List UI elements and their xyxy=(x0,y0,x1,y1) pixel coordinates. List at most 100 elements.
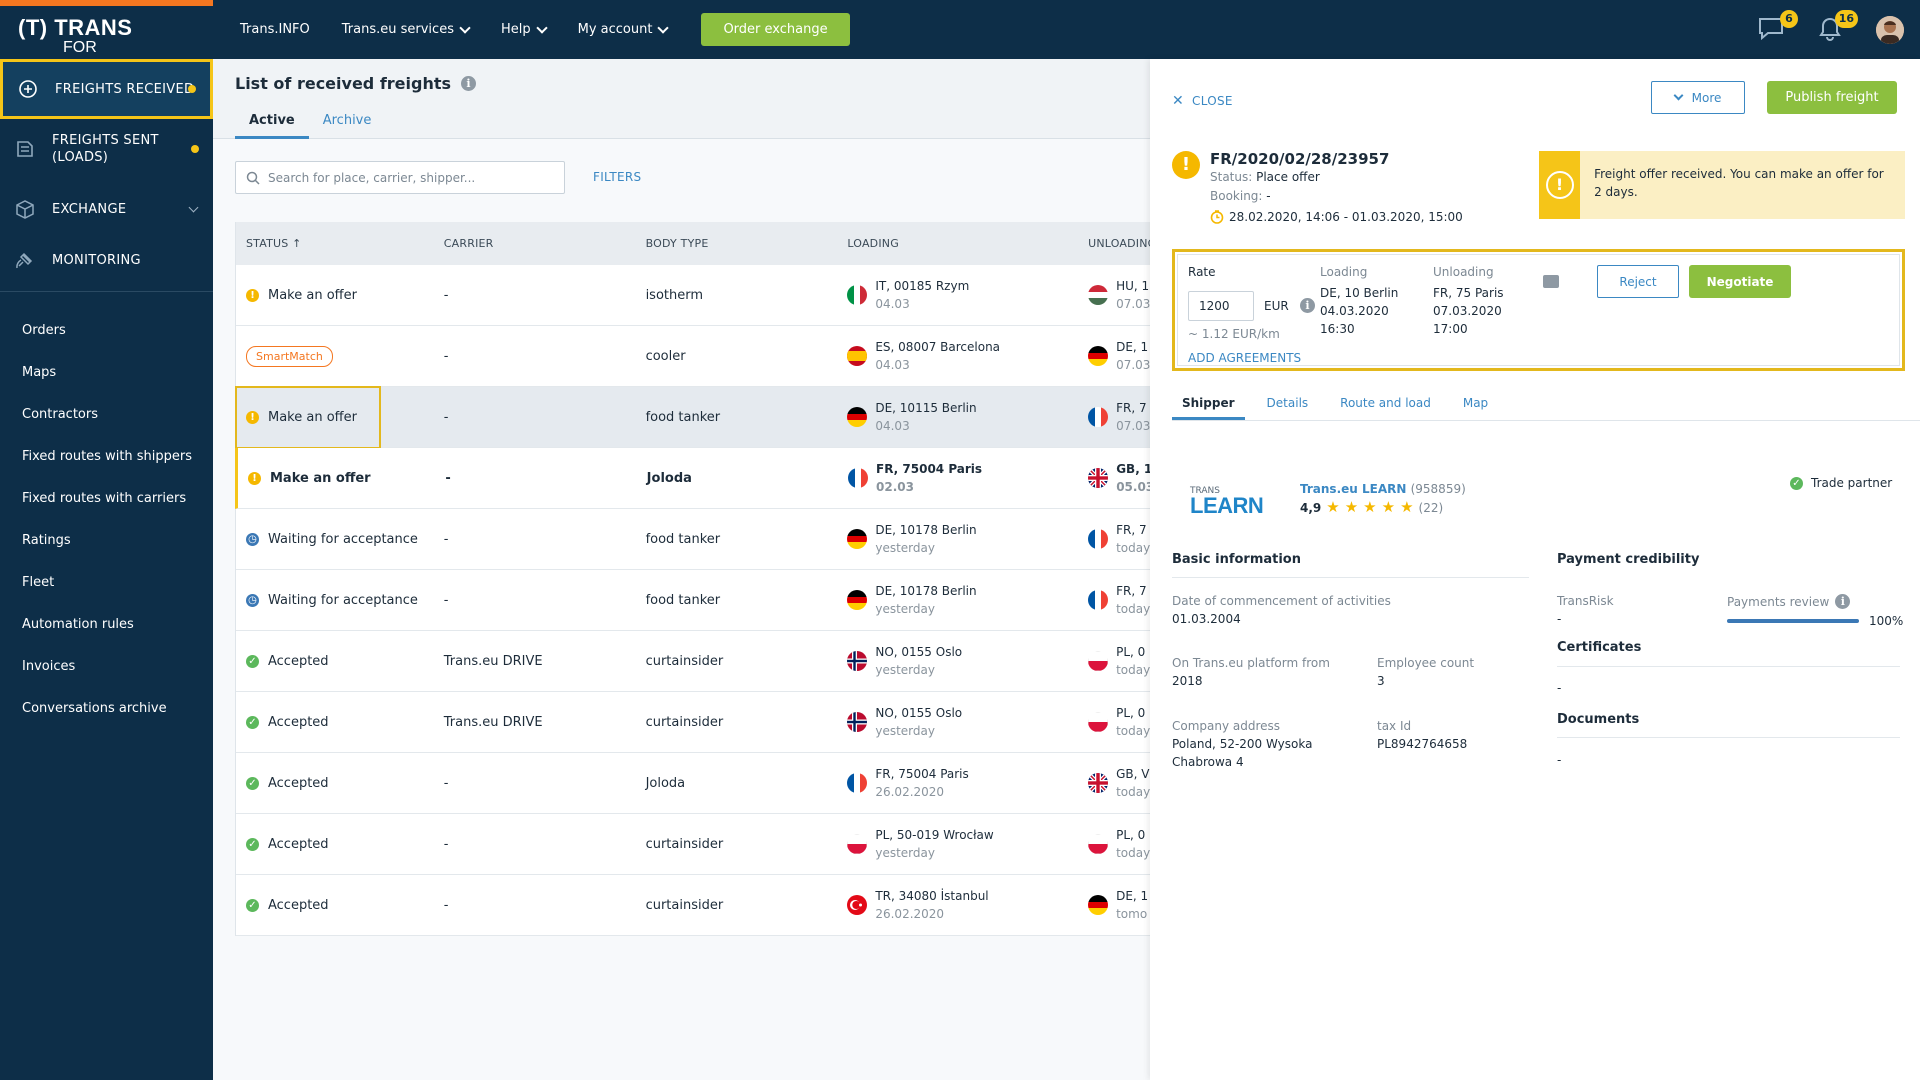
tab-details[interactable]: Details xyxy=(1257,389,1319,420)
address-label: Company address xyxy=(1172,719,1281,733)
sidebar-item-ratings[interactable]: Ratings xyxy=(0,520,213,562)
cell-unloading: PL, 0 today xyxy=(1082,704,1150,740)
transrisk-value: - xyxy=(1557,612,1562,626)
sidebar-item-maps[interactable]: Maps xyxy=(0,352,213,394)
chevron-down-icon xyxy=(1673,90,1684,101)
loading-date: yesterday xyxy=(875,724,935,738)
page-title: List of received freights i xyxy=(235,74,477,93)
table-row[interactable]: ! Make an offer - Joloda FR, 75004 Paris 02.0… xyxy=(235,448,1150,509)
comment-icon[interactable] xyxy=(1543,275,1559,288)
cell-unloading: HU, 1 07.03 xyxy=(1082,277,1150,313)
trans-logo[interactable]: (T) TRANS FOR FORWARDERS xyxy=(18,17,208,75)
cell-carrier: - xyxy=(443,836,449,852)
nav-help[interactable]: Help xyxy=(501,21,548,37)
notification-dot xyxy=(191,145,199,153)
tax-id-value: PL8942764658 xyxy=(1377,737,1468,751)
sidebar-item-fixed-routes-shippers[interactable]: Fixed routes with shippers xyxy=(0,436,213,478)
negotiate-button[interactable]: Negotiate xyxy=(1689,265,1791,298)
info-icon[interactable]: i xyxy=(1300,298,1315,313)
info-icon[interactable]: i xyxy=(1835,594,1851,609)
table-row[interactable]: ✓ Accepted - curtainsider TR, 34080 İstanbul… xyxy=(236,875,1150,936)
sidebar-item-contractors[interactable]: Contractors xyxy=(0,394,213,436)
loading-place: DE, 10178 Berlin xyxy=(875,523,977,537)
unloading-date: today xyxy=(1116,541,1150,555)
payments-review-value: 100% xyxy=(1869,614,1904,628)
table-row[interactable]: SmartMatch - cooler ES, 08007 Barcelona 04.0… xyxy=(236,326,1150,387)
cell-body-type: curtainsider xyxy=(645,897,724,913)
sidebar-item-conversations-archive[interactable]: Conversations archive xyxy=(0,688,213,730)
unloading-label: Unloading xyxy=(1433,265,1494,279)
cell-status: SmartMatch xyxy=(236,345,438,367)
sidebar-item-exchange[interactable]: EXCHANGE xyxy=(0,179,213,239)
offer-inner: Rate EUR i ~ 1.12 EUR/km Loading DE, 10 … xyxy=(1177,254,1900,366)
nav-trans-eu-services[interactable]: Trans.eu services xyxy=(341,21,471,37)
rating-value: 4,9 xyxy=(1300,500,1322,515)
check-icon: ✓ xyxy=(246,837,259,851)
unloading-date: 05.03 xyxy=(1116,480,1150,494)
table-row[interactable]: ✓ Accepted - Joloda FR, 75004 Paris 26.02.202… xyxy=(236,753,1150,814)
user-avatar[interactable] xyxy=(1876,16,1904,44)
cell-carrier: - xyxy=(443,409,449,425)
flag-icon-pl xyxy=(1088,651,1109,671)
freights-list-area: List of received freights i Active Archi… xyxy=(213,59,1150,1080)
order-exchange-button[interactable]: Order exchange xyxy=(701,13,850,46)
nav-label: Trans.eu services xyxy=(341,22,454,37)
address-line-2: Chabrowa 4 xyxy=(1172,755,1244,769)
messages-button[interactable]: 6 xyxy=(1758,10,1798,44)
table-row[interactable]: ✓ Accepted - curtainsider PL, 50-019 Wrocław… xyxy=(236,814,1150,875)
flag-icon-no xyxy=(847,651,868,671)
nav-trans-info[interactable]: Trans.INFO xyxy=(240,22,310,37)
flag-icon-fr xyxy=(848,468,868,488)
column-header-carrier[interactable]: CARRIER xyxy=(438,237,640,250)
sidebar-item-fleet[interactable]: Fleet xyxy=(0,562,213,604)
column-header-unloading[interactable]: UNLOADING xyxy=(1082,237,1150,250)
flag-icon-fr xyxy=(847,773,868,793)
close-button[interactable]: ✕ CLOSE xyxy=(1172,93,1233,109)
date-range-text: 28.02.2020, 14:06 - 01.03.2020, 15:00 xyxy=(1229,210,1463,224)
notifications-badge: 16 xyxy=(1834,10,1858,28)
sidebar-item-fixed-routes-carriers[interactable]: Fixed routes with carriers xyxy=(0,478,213,520)
sidebar-item-freights-sent[interactable]: FREIGHTS SENT (LOADS) xyxy=(0,119,213,179)
notifications-button[interactable]: 16 xyxy=(1818,10,1858,44)
filters-link[interactable]: FILTERS xyxy=(593,170,641,184)
column-header-body-type[interactable]: BODY TYPE xyxy=(640,237,842,250)
unloading-time: 17:00 xyxy=(1433,322,1468,336)
sidebar-item-automation-rules[interactable]: Automation rules xyxy=(0,604,213,646)
sidebar-item-orders[interactable]: Orders xyxy=(0,310,213,352)
sidebar-item-invoices[interactable]: Invoices xyxy=(0,646,213,688)
more-button[interactable]: More xyxy=(1651,81,1745,114)
column-header-loading[interactable]: LOADING xyxy=(841,237,1082,250)
tab-shipper[interactable]: Shipper xyxy=(1172,389,1245,420)
shipper-name[interactable]: Trans.eu LEARN (958859) xyxy=(1300,482,1466,496)
tab-archive[interactable]: Archive xyxy=(309,106,386,139)
search-box[interactable] xyxy=(235,161,565,194)
search-input[interactable] xyxy=(268,170,548,185)
tab-map[interactable]: Map xyxy=(1453,389,1498,420)
documents-value: - xyxy=(1557,753,1562,767)
tab-active[interactable]: Active xyxy=(235,106,309,139)
loading-date: yesterday xyxy=(875,541,935,555)
table-row[interactable]: ◷ Waiting for acceptance - food tanker DE, 1… xyxy=(236,570,1150,631)
cell-unloading: GB, 1 05.03 xyxy=(1082,460,1150,496)
add-agreements-link[interactable]: ADD AGREEMENTS xyxy=(1188,351,1301,365)
table-row[interactable]: ◷ Waiting for acceptance - food tanker DE, 1… xyxy=(236,509,1150,570)
column-header-status[interactable]: STATUS ↑ xyxy=(236,237,438,250)
cell-unloading: GB, V today xyxy=(1082,765,1150,801)
flag-icon-fr xyxy=(1088,407,1109,427)
table-row[interactable]: ✓ Accepted Trans.eu DRIVE curtainsider NO, 0… xyxy=(236,631,1150,692)
tab-route-and-load[interactable]: Route and load xyxy=(1330,389,1441,420)
info-icon[interactable]: i xyxy=(461,76,477,91)
reviews-count[interactable]: (22) xyxy=(1419,501,1444,515)
sidebar-item-freights-received[interactable]: FREIGHTS RECEIVED xyxy=(0,59,213,119)
table-row[interactable]: ! Make an offer - isotherm IT, 00185 Rzym 04.… xyxy=(236,265,1150,326)
nav-my-account[interactable]: My account xyxy=(578,21,670,37)
table-row[interactable]: ! Make an offer - food tanker DE, 10115 Berl… xyxy=(235,386,1150,449)
cell-unloading: FR, 7 today xyxy=(1082,582,1150,618)
publish-freight-button[interactable]: Publish freight xyxy=(1767,81,1897,114)
sidebar: FREIGHTS RECEIVED FREIGHTS SENT (LOADS) … xyxy=(0,59,213,1080)
cell-loading: DE, 10178 Berlin yesterday xyxy=(841,521,1082,557)
table-row[interactable]: ✓ Accepted Trans.eu DRIVE curtainsider NO, 0… xyxy=(236,692,1150,753)
reject-button[interactable]: Reject xyxy=(1597,265,1679,298)
sidebar-item-monitoring[interactable]: MONITORING xyxy=(0,239,213,281)
rate-input[interactable] xyxy=(1188,291,1254,321)
